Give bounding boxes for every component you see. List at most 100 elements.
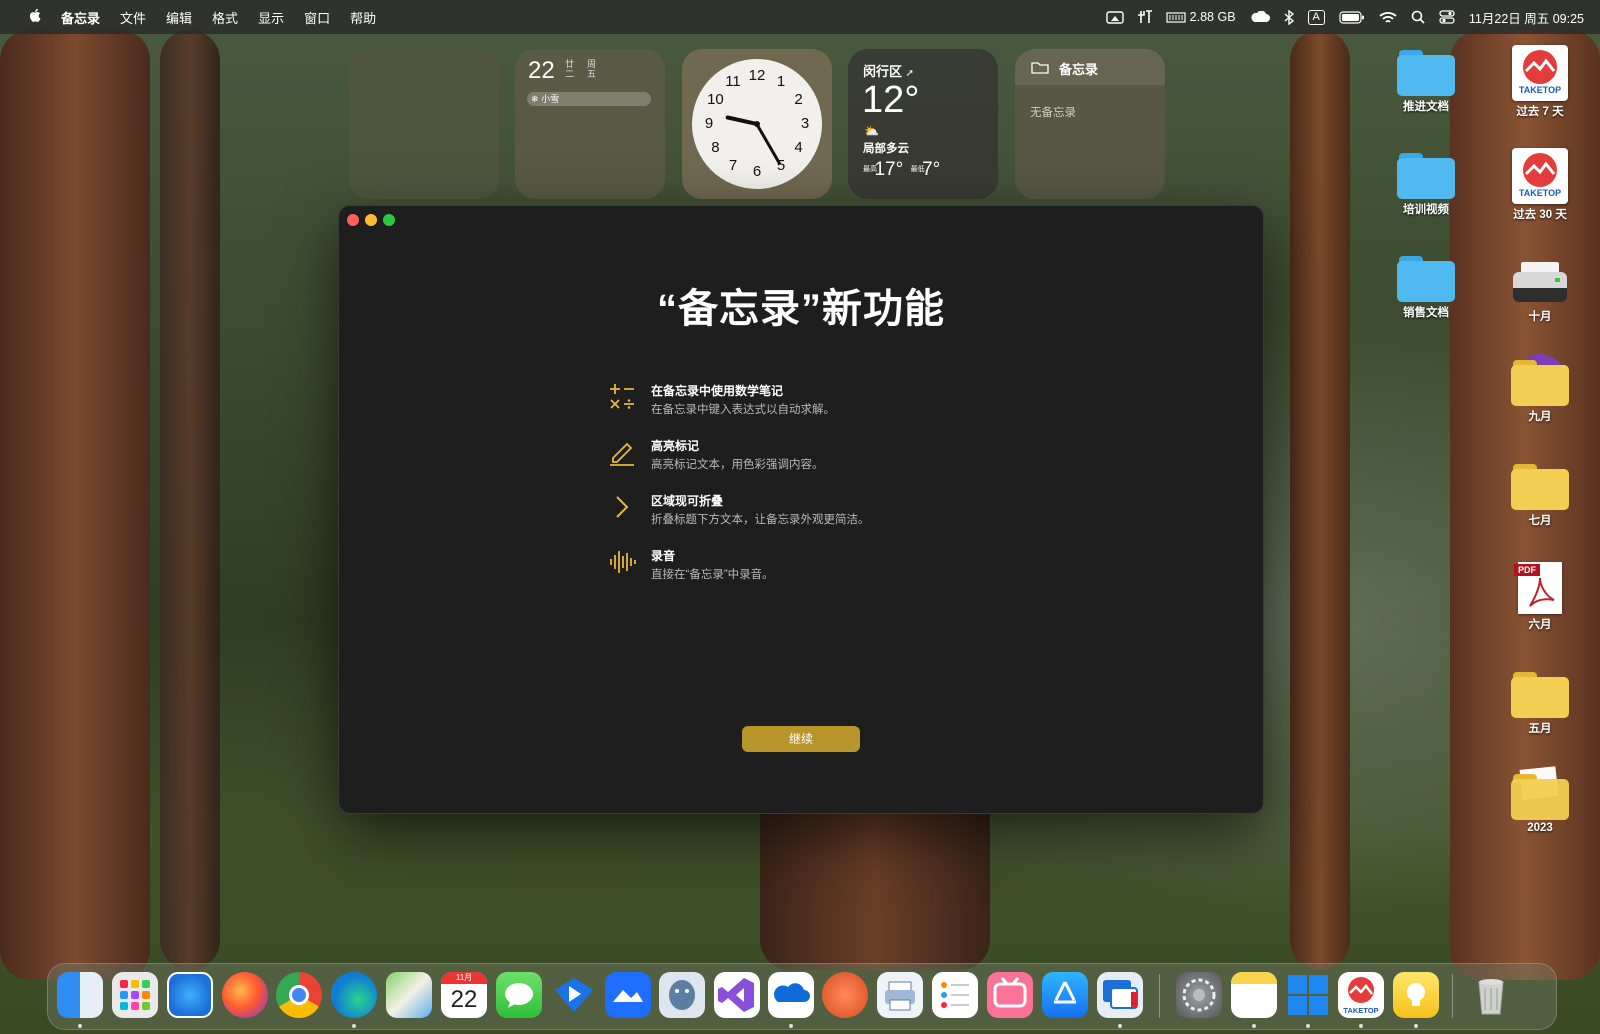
desktop-folder-july[interactable]: 七月 <box>1495 464 1585 528</box>
clock-number: 4 <box>794 139 803 156</box>
app-store-icon[interactable] <box>1042 972 1088 1018</box>
menu-file[interactable]: 文件 <box>110 8 156 27</box>
desktop-item-label: 销售文档 <box>1403 307 1449 319</box>
visual-studio-icon[interactable] <box>714 972 760 1018</box>
calendar-icon[interactable]: 11月 22 <box>441 972 487 1018</box>
bilibili-icon[interactable] <box>987 972 1033 1018</box>
running-indicator <box>1359 1024 1363 1028</box>
printer-app-icon[interactable] <box>877 972 923 1018</box>
taketop-icon: TAKETOP <box>1512 45 1568 101</box>
continue-button[interactable]: 继续 <box>742 726 860 752</box>
desktop-item-label: 十月 <box>1528 311 1552 323</box>
desktop-smart-folder-30days[interactable]: TAKETOP 过去 30 天 <box>1495 148 1585 222</box>
powerpoint-remote-icon[interactable] <box>822 972 868 1018</box>
running-indicator <box>1252 1024 1256 1028</box>
menu-edit[interactable]: 编辑 <box>156 8 202 27</box>
taketop-icon: TAKETOP <box>1512 148 1568 204</box>
wifi-icon[interactable] <box>1379 11 1397 24</box>
zoom-button[interactable] <box>383 214 395 226</box>
onedrive-icon[interactable] <box>768 972 814 1018</box>
edge-icon[interactable] <box>331 972 377 1018</box>
clock-number: 8 <box>711 139 720 156</box>
tableplus-icon[interactable] <box>659 972 705 1018</box>
pencil-icon <box>607 437 637 467</box>
feature-title: 录音 <box>651 549 676 563</box>
taketop-text: TAKETOP <box>1519 188 1561 198</box>
desktop-folder-may[interactable]: 五月 <box>1495 672 1585 736</box>
clock-number: 12 <box>748 67 766 84</box>
clock-face: 12 1 2 3 4 5 6 7 8 9 10 11 <box>692 59 822 189</box>
bluetooth-icon[interactable] <box>1284 9 1294 25</box>
clock-number: 11 <box>725 73 741 91</box>
screen-mirror-icon[interactable] <box>1105 10 1124 24</box>
clock-number: 10 <box>707 91 724 108</box>
cloud-icon[interactable] <box>1250 11 1270 23</box>
menu-clock[interactable]: 11月22日 周五 09:25 <box>1469 8 1584 27</box>
menu-help[interactable]: 帮助 <box>340 8 386 27</box>
tencent-meeting-icon[interactable] <box>551 972 597 1018</box>
system-settings-icon[interactable] <box>1176 972 1222 1018</box>
notes-widget-title: 备忘录 <box>1059 62 1099 77</box>
control-center-icon[interactable] <box>1439 10 1455 24</box>
apple-icon[interactable] <box>18 8 51 26</box>
desktop-file-june[interactable]: PDF 六月 <box>1495 562 1585 632</box>
folder-icon <box>1511 464 1569 510</box>
notes-app-icon[interactable] <box>1231 972 1277 1018</box>
windows-app-icon[interactable] <box>1285 972 1331 1018</box>
tools-icon[interactable] <box>1137 10 1152 24</box>
clock-widget[interactable]: 12 1 2 3 4 5 6 7 8 9 10 11 <box>682 49 832 199</box>
folder-icon <box>1511 672 1569 718</box>
lark-icon[interactable] <box>605 972 651 1018</box>
feature-desc: 直接在“备忘录”中录音。 <box>651 569 774 581</box>
snow-icon: ❄ <box>531 94 539 104</box>
chrome-icon[interactable] <box>276 972 322 1018</box>
weather-widget[interactable]: 闵行区 ➚ 12° ⛅ 局部多云 最高 17° 最低 7° <box>848 49 998 199</box>
feature-title: 在备忘录中使用数学笔记 <box>651 384 784 398</box>
close-button[interactable] <box>347 214 359 226</box>
weather-low: 7° <box>922 159 941 180</box>
safari-icon[interactable] <box>167 972 213 1018</box>
running-indicator <box>352 1024 356 1028</box>
memory-label: 2.88 GB <box>1189 10 1236 24</box>
desktop-folder-2023[interactable]: 2023 <box>1495 766 1585 834</box>
spotlight-search-icon[interactable] <box>1411 10 1425 24</box>
minimize-button[interactable] <box>365 214 377 226</box>
maps-icon[interactable] <box>386 972 432 1018</box>
desktop-item-label: 五月 <box>1528 723 1552 735</box>
waveform-icon <box>607 547 637 577</box>
finder-icon[interactable] <box>57 972 103 1018</box>
launchpad-icon[interactable] <box>112 972 158 1018</box>
desktop-item-october[interactable]: 十月 <box>1495 262 1585 324</box>
desktop-folder-销售文档[interactable]: 销售文档 <box>1381 256 1471 320</box>
input-method[interactable]: A <box>1307 9 1325 25</box>
desktop-folder-推进文档[interactable]: 推进文档 <box>1381 50 1471 114</box>
taketop-app-icon[interactable]: TAKETOP <box>1338 972 1384 1018</box>
remote-desktop-icon[interactable] <box>1097 972 1143 1018</box>
calendar-event-label: 小雪 <box>541 94 560 104</box>
trash-icon[interactable] <box>1468 972 1514 1018</box>
menu-format[interactable]: 格式 <box>202 8 248 27</box>
calendar-icon-day: 22 <box>450 986 478 1013</box>
dock-divider <box>1159 974 1160 1018</box>
menu-window[interactable]: 窗口 <box>294 8 340 27</box>
menu-bar: 备忘录 文件 编辑 格式 显示 窗口 帮助 2.88 GB A 11月22日 周… <box>0 0 1600 34</box>
desktop-smart-folder-7days[interactable]: TAKETOP 过去 7 天 <box>1495 45 1585 119</box>
menu-app-name[interactable]: 备忘录 <box>51 8 110 27</box>
tips-icon[interactable] <box>1393 972 1439 1018</box>
weather-high-label: 最高 <box>863 166 877 173</box>
battery-icon[interactable] <box>1339 10 1365 24</box>
calendar-widget[interactable]: 22 廿二 周五 ❄ 小雪 <box>515 49 665 199</box>
notes-widget[interactable]: 备忘录 无备忘录 <box>1015 49 1165 199</box>
firefox-icon[interactable] <box>222 972 268 1018</box>
desktop-item-label: 推进文档 <box>1403 101 1449 113</box>
folder-icon <box>1397 50 1455 96</box>
clock-minute-hand <box>755 123 782 165</box>
menu-view[interactable]: 显示 <box>248 8 294 27</box>
desktop-folder-september[interactable]: 九月 <box>1495 354 1585 424</box>
reminders-icon[interactable] <box>932 972 978 1018</box>
desktop-folder-培训视频[interactable]: 培训视频 <box>1381 153 1471 217</box>
messages-icon[interactable] <box>496 972 542 1018</box>
blank-widget[interactable] <box>349 49 499 199</box>
memory-status[interactable]: 2.88 GB <box>1166 10 1236 24</box>
partly-cloudy-icon: ⛅ <box>864 124 879 138</box>
